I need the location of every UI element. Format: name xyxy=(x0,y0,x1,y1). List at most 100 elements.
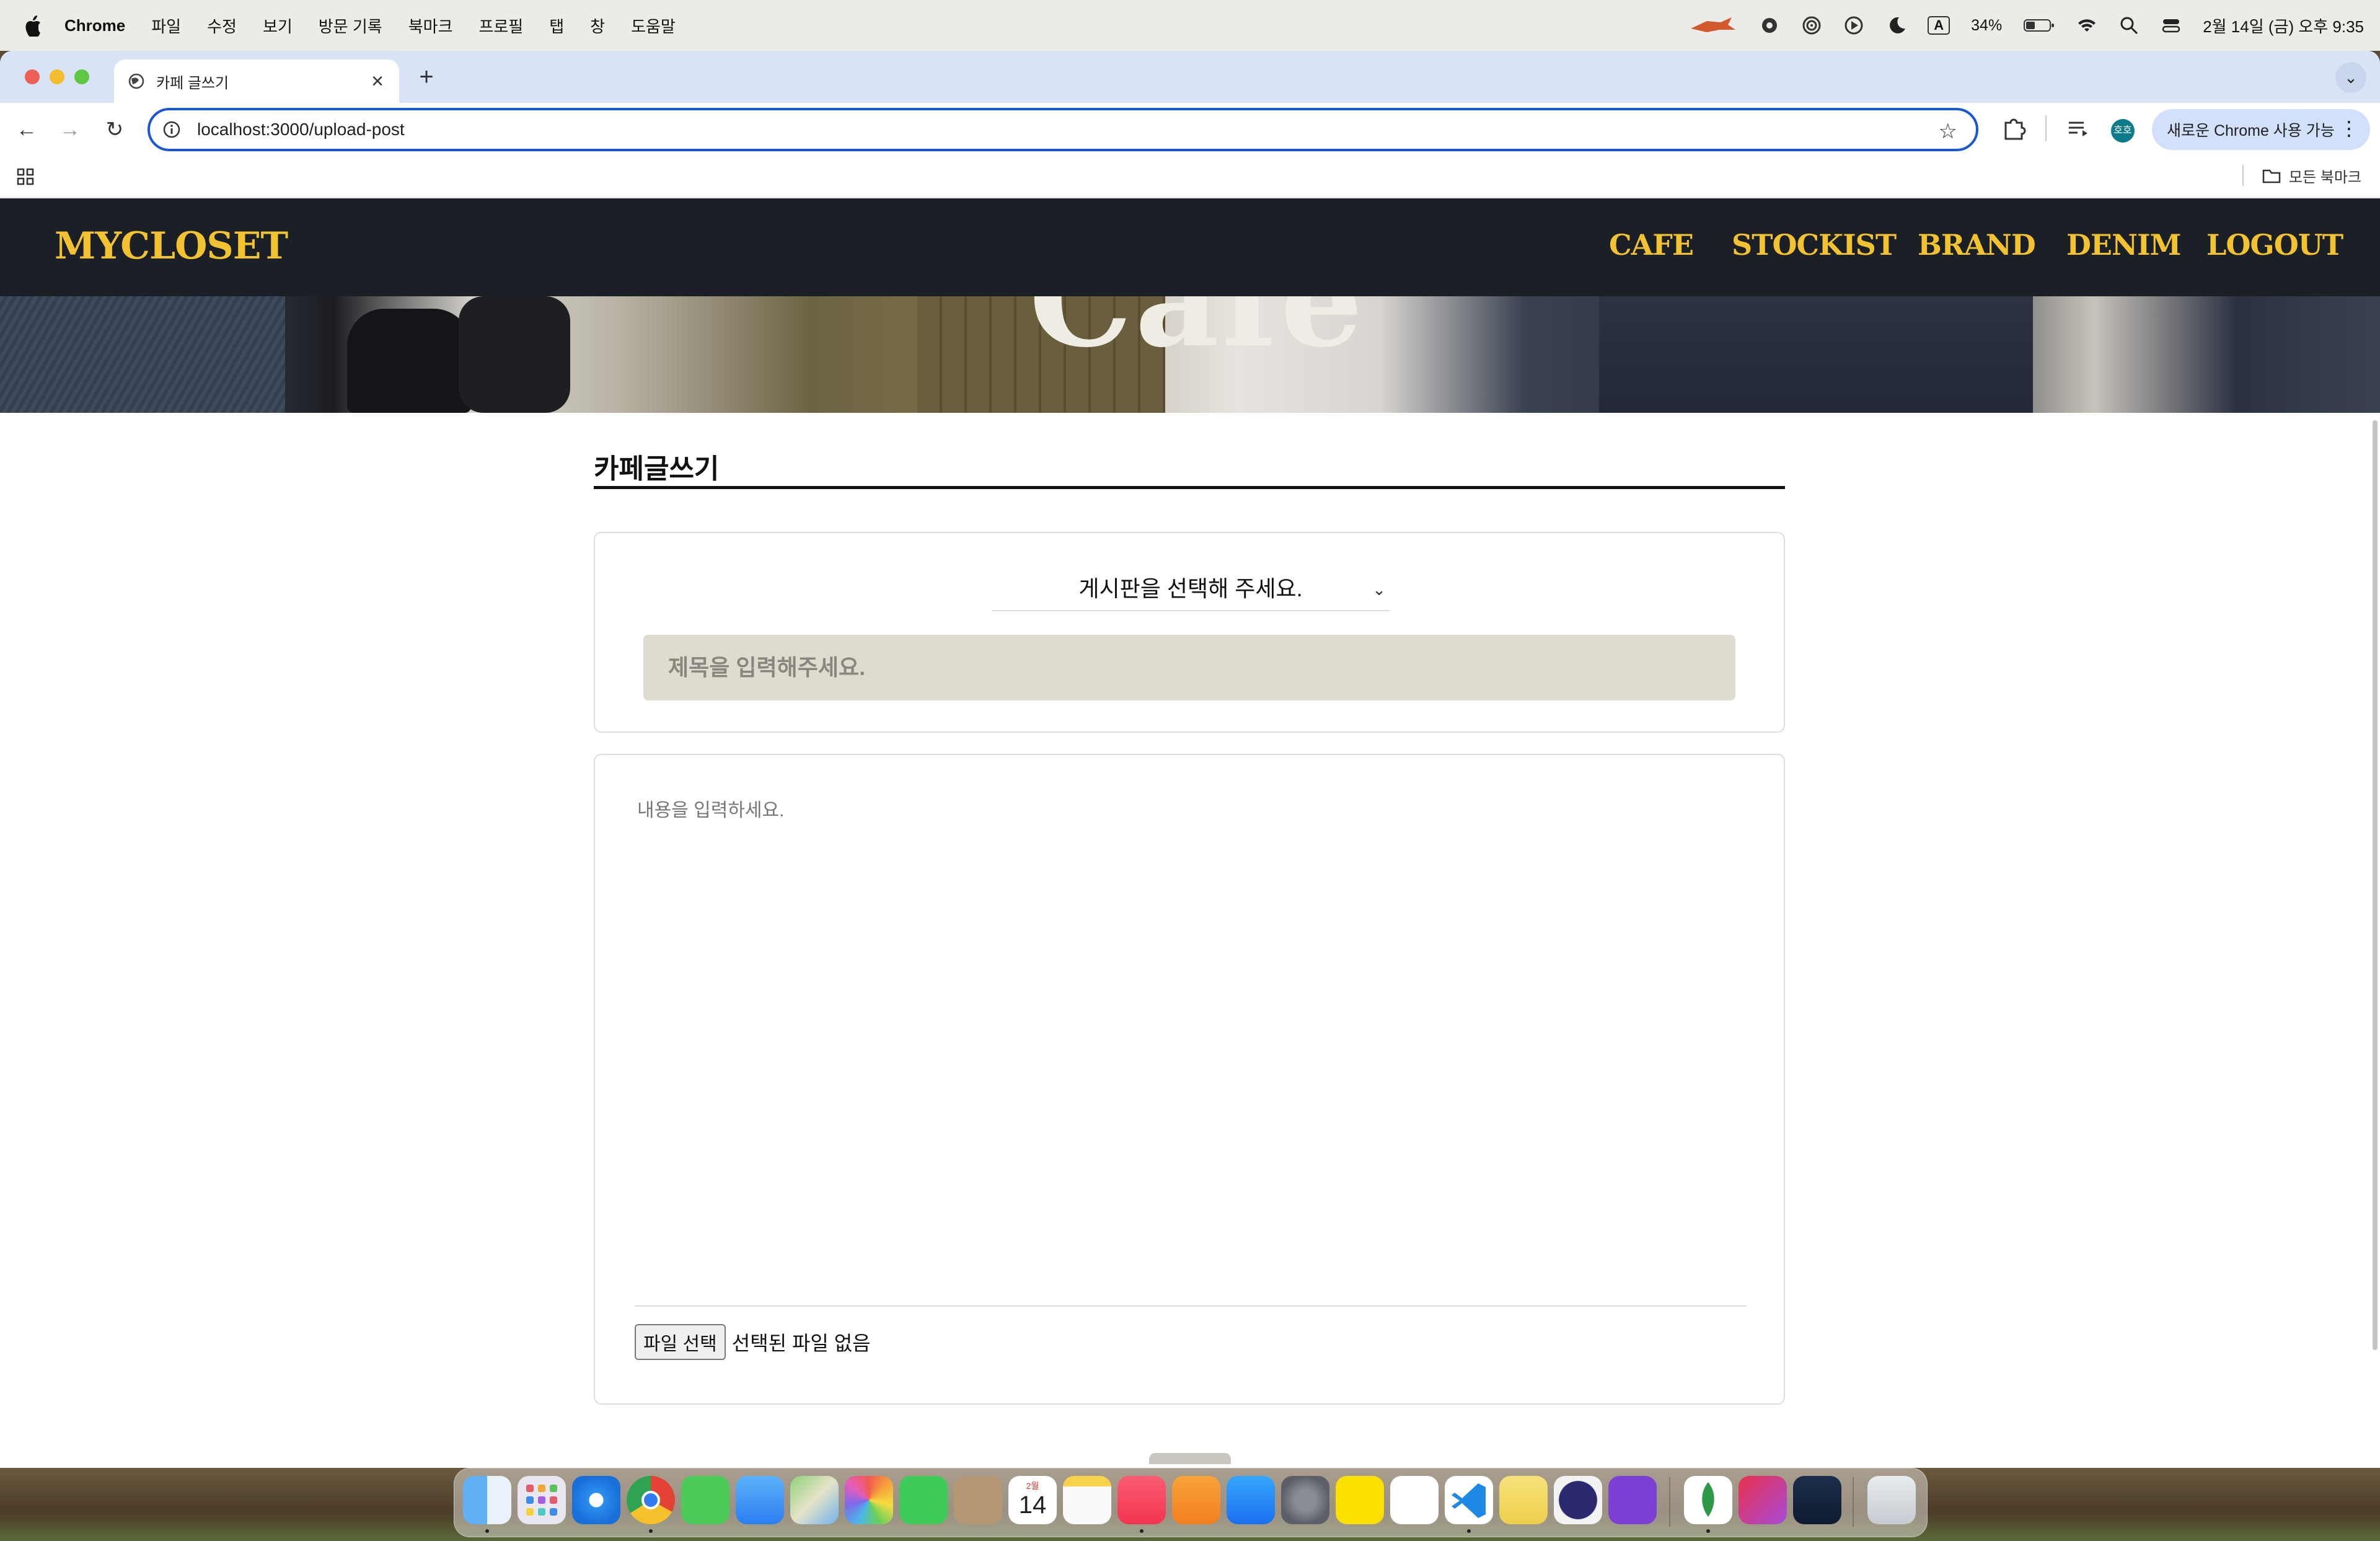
more-vert-icon[interactable]: ⋮ xyxy=(2339,117,2359,140)
safari-icon[interactable] xyxy=(572,1476,620,1524)
nav-brand[interactable]: BRAND xyxy=(1918,228,2036,262)
mongodb-leaf-icon xyxy=(1702,1482,1714,1517)
new-tab-button[interactable]: + xyxy=(414,62,439,92)
calendar-month: 2월 xyxy=(1026,1481,1039,1491)
bookmark-star-icon[interactable]: ☆ xyxy=(1939,119,1957,144)
system-settings-icon[interactable] xyxy=(1281,1476,1329,1524)
menu-tab[interactable]: 탭 xyxy=(549,14,564,37)
messages-icon[interactable] xyxy=(681,1476,729,1524)
notes-icon[interactable] xyxy=(1063,1476,1111,1524)
eclipse-icon[interactable] xyxy=(1554,1476,1602,1524)
title-divider xyxy=(594,486,1785,489)
site-header: MYCLOSET CAFE STOCKIST BRAND DENIM LOGOU… xyxy=(0,198,2380,296)
menu-edit[interactable]: 수정 xyxy=(207,14,237,37)
wifi-icon[interactable] xyxy=(2076,15,2097,36)
nav-cafe[interactable]: CAFE xyxy=(1609,228,1694,262)
post-title-input[interactable] xyxy=(643,635,1735,700)
menu-window[interactable]: 창 xyxy=(590,14,605,37)
photos-icon[interactable] xyxy=(845,1476,893,1524)
url-input[interactable] xyxy=(196,119,1810,140)
vscode-logo-icon xyxy=(1452,1483,1486,1518)
finder-icon[interactable] xyxy=(463,1476,511,1524)
address-bar[interactable]: ☆ xyxy=(148,108,1978,151)
facetime-icon[interactable] xyxy=(899,1476,948,1524)
page-title: 카페글쓰기 xyxy=(594,454,720,484)
profile-avatar[interactable]: 호호 xyxy=(2111,119,2135,143)
airdrop-icon[interactable] xyxy=(1801,15,1822,36)
tab-search-chevron-icon[interactable]: ⌄ xyxy=(2335,62,2366,93)
back-button[interactable]: ← xyxy=(11,114,42,145)
menu-bookmarks[interactable]: 북마크 xyxy=(408,14,453,37)
hero-dark-jacket-image xyxy=(1599,296,2033,413)
mail-icon[interactable] xyxy=(736,1476,784,1524)
hero-banner: Cafe xyxy=(0,296,2380,413)
apple-logo-icon[interactable] xyxy=(24,14,42,37)
nav-logout[interactable]: LOGOUT xyxy=(2206,228,2343,262)
new-chrome-available-button[interactable]: 새로운 Chrome 사용 가능 ⋮ xyxy=(2152,109,2370,150)
chatgpt-icon[interactable] xyxy=(1390,1476,1439,1524)
chrome-icon[interactable] xyxy=(627,1476,675,1524)
choose-file-button[interactable]: 파일 선택 xyxy=(635,1324,726,1360)
site-info-icon[interactable] xyxy=(162,120,181,139)
running-indicator xyxy=(1467,1529,1471,1533)
extensions-puzzle-icon[interactable] xyxy=(1999,114,2028,143)
input-source-indicator[interactable]: A xyxy=(1928,16,1950,35)
tab-active[interactable]: 카페 글쓰기 × xyxy=(114,60,399,103)
pages-icon[interactable] xyxy=(1172,1476,1220,1524)
mongodb-icon[interactable] xyxy=(1684,1476,1732,1524)
contacts-icon[interactable] xyxy=(954,1476,1002,1524)
music-icon[interactable] xyxy=(1117,1476,1166,1524)
scrollbar-thumb[interactable] xyxy=(2373,420,2378,1350)
menu-history[interactable]: 방문 기록 xyxy=(319,14,382,37)
bluesky-icon[interactable] xyxy=(1793,1476,1841,1524)
launchpad-icon[interactable] xyxy=(518,1476,566,1524)
menu-help[interactable]: 도움말 xyxy=(631,14,676,37)
site-logo[interactable]: MYCLOSET xyxy=(55,224,288,268)
all-bookmarks-button[interactable]: 모든 북마크 xyxy=(2262,165,2361,187)
vscode-icon[interactable] xyxy=(1445,1476,1493,1524)
kakaotalk-icon[interactable] xyxy=(1336,1476,1384,1524)
play-icon[interactable] xyxy=(1843,15,1864,36)
menu-profile[interactable]: 프로필 xyxy=(478,14,523,37)
battery-percent: 34% xyxy=(1971,16,2003,34)
battery-icon[interactable] xyxy=(2023,15,2055,36)
chrome-center-icon xyxy=(641,1491,660,1509)
post-meta-box: 게시판을 선택해 주세요. ⌄ xyxy=(594,532,1785,733)
control-center-icon[interactable] xyxy=(2161,15,2182,36)
nav-stockist[interactable]: STOCKIST xyxy=(1732,228,1897,262)
nav-denim[interactable]: DENIM xyxy=(2066,228,2181,262)
hero-jacket-image xyxy=(459,296,570,413)
reload-button[interactable]: ↻ xyxy=(99,114,130,145)
menu-app-name[interactable]: Chrome xyxy=(64,16,125,35)
menu-file[interactable]: 파일 xyxy=(151,14,181,37)
spotlight-search-icon[interactable] xyxy=(2118,15,2140,36)
all-bookmarks-label: 모든 북마크 xyxy=(2288,169,2361,186)
page-bottom-handle xyxy=(1149,1453,1231,1464)
running-indicator xyxy=(1706,1529,1710,1533)
creative-cloud-icon[interactable] xyxy=(1739,1476,1787,1524)
board-select-value: 게시판을 선택해 주세요. xyxy=(1078,576,1303,601)
close-tab-icon[interactable]: × xyxy=(367,71,388,92)
dock: 2월 14 xyxy=(454,1468,1928,1537)
page-scrollbar[interactable] xyxy=(2370,420,2380,1350)
github-icon[interactable] xyxy=(1608,1476,1657,1524)
apps-grid-icon[interactable] xyxy=(16,167,35,186)
chatgpt-status-icon[interactable] xyxy=(1759,15,1780,36)
stickies-icon[interactable] xyxy=(1499,1476,1548,1524)
forward-button[interactable]: → xyxy=(55,114,86,145)
calendar-icon[interactable]: 2월 14 xyxy=(1008,1476,1057,1524)
trash-icon[interactable] xyxy=(1867,1476,1916,1524)
menu-view[interactable]: 보기 xyxy=(263,14,293,37)
menubar-clock[interactable]: 2월 14일 (금) 오후 9:35 xyxy=(2203,14,2364,37)
board-select[interactable]: 게시판을 선택해 주세요. ⌄ xyxy=(992,564,1390,611)
moon-icon[interactable] xyxy=(1885,15,1906,36)
close-window-button[interactable] xyxy=(25,69,40,84)
running-indicator xyxy=(1140,1529,1144,1533)
reading-list-icon[interactable] xyxy=(2064,114,2092,143)
minimize-window-button[interactable] xyxy=(50,69,64,84)
zoom-window-button[interactable] xyxy=(74,69,89,84)
maps-icon[interactable] xyxy=(790,1476,839,1524)
app-store-icon[interactable] xyxy=(1227,1476,1275,1524)
fox-app-icon[interactable] xyxy=(1688,15,1738,36)
post-content-textarea[interactable] xyxy=(636,793,1748,1304)
